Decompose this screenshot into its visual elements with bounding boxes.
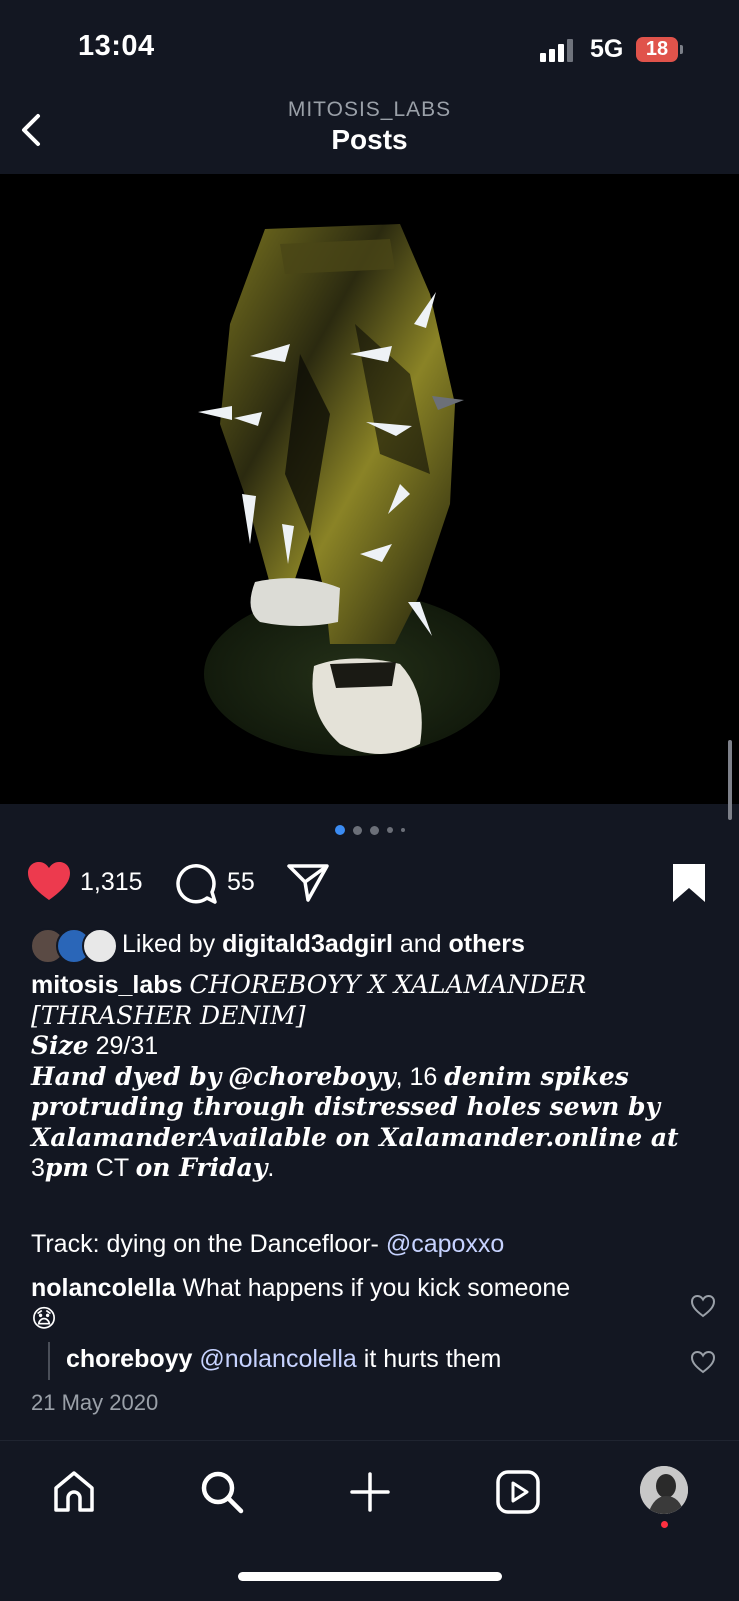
carousel-dot [386, 827, 393, 833]
liked-by[interactable]: Liked by digitald3adgirl and others [122, 930, 525, 959]
reply-text: it hurts them [356, 1345, 502, 1373]
caption-desc-a: Hand dyed by [31, 1061, 222, 1091]
home-indicator[interactable] [238, 1572, 502, 1581]
caption-line1: CHOREBOYY X XALAMANDER [189, 970, 587, 999]
battery-level: 18 [636, 37, 678, 62]
notification-dot [661, 1521, 668, 1528]
caption-size-label: Size [31, 1031, 89, 1060]
profile-avatar[interactable] [640, 1466, 688, 1514]
like-count[interactable]: 1,315 [80, 868, 143, 897]
track-mention[interactable]: @capoxxo [386, 1230, 505, 1258]
battery-nub [680, 45, 683, 54]
comment-text: What happens if you kick someone [182, 1274, 571, 1302]
comment-user[interactable]: nolancolella [31, 1274, 175, 1302]
share-icon[interactable] [286, 862, 330, 904]
caption-mention[interactable]: @choreboyy [228, 1062, 395, 1091]
liked-by-and: and [392, 930, 449, 958]
carousel-dot [334, 825, 345, 835]
track-line: Track: dying on the Dancefloor- @capoxxo [31, 1230, 504, 1259]
caption-desc-b: , 16 [395, 1062, 438, 1091]
post-caption: mitosis_labs CHOREBOYY X XALAMANDER [THR… [31, 970, 721, 1184]
comment-like-icon[interactable] [690, 1294, 716, 1318]
reply-user[interactable]: choreboyy [66, 1345, 192, 1373]
network-type: 5G [590, 35, 624, 63]
carousel-dot [369, 825, 379, 835]
account-name: MITOSIS_LABS [287, 98, 452, 121]
caption-size-value: 29/31 [95, 1032, 159, 1060]
reply-like-icon[interactable] [690, 1350, 716, 1374]
reels-icon[interactable] [494, 1468, 542, 1516]
liked-by-others[interactable]: others [449, 930, 525, 958]
comment-reply: choreboyy @nolancolella it hurts them [66, 1345, 501, 1374]
liked-by-user[interactable]: digitald3adgirl [222, 930, 393, 958]
page-title: Posts [331, 124, 408, 155]
caption-desc-g: on Friday [135, 1153, 268, 1182]
comment: nolancolella What happens if you kick so… [31, 1273, 671, 1335]
status-time: 13:04 [78, 30, 155, 62]
caption-desc-h: . [267, 1154, 275, 1182]
track-label: Track: dying on the Dancefloor- [31, 1230, 386, 1258]
post-image [198, 224, 500, 756]
caption-desc-e: pm [44, 1153, 89, 1182]
comment-emoji: 😧 [31, 1305, 58, 1333]
post-media[interactable] [0, 174, 739, 804]
heart-filled-icon[interactable] [26, 860, 72, 902]
comment-icon[interactable] [174, 862, 218, 906]
caption-line2: [THRASHER DENIM] [31, 1000, 306, 1030]
search-icon[interactable] [198, 1468, 246, 1516]
reply-divider [48, 1342, 50, 1380]
caption-desc-f: CT [95, 1154, 129, 1182]
carousel-indicator [0, 824, 739, 836]
carousel-dot [400, 828, 405, 832]
liked-by-prefix: Liked by [122, 930, 223, 958]
comment-count[interactable]: 55 [227, 868, 255, 897]
bookmark-filled-icon[interactable] [671, 862, 707, 904]
post-date: 21 May 2020 [31, 1390, 159, 1415]
caption-desc-d: 3 [31, 1154, 45, 1182]
profile-picture [640, 1466, 688, 1514]
create-icon[interactable] [346, 1468, 394, 1516]
signal-strength-icon [540, 38, 580, 62]
liker-avatars[interactable] [30, 928, 120, 964]
reply-mention[interactable]: @nolancolella [199, 1345, 356, 1373]
home-icon[interactable] [50, 1468, 98, 1516]
avatar [82, 928, 118, 964]
caption-username[interactable]: mitosis_labs [31, 971, 182, 999]
scrollbar[interactable] [728, 740, 732, 820]
carousel-dot [352, 825, 362, 835]
